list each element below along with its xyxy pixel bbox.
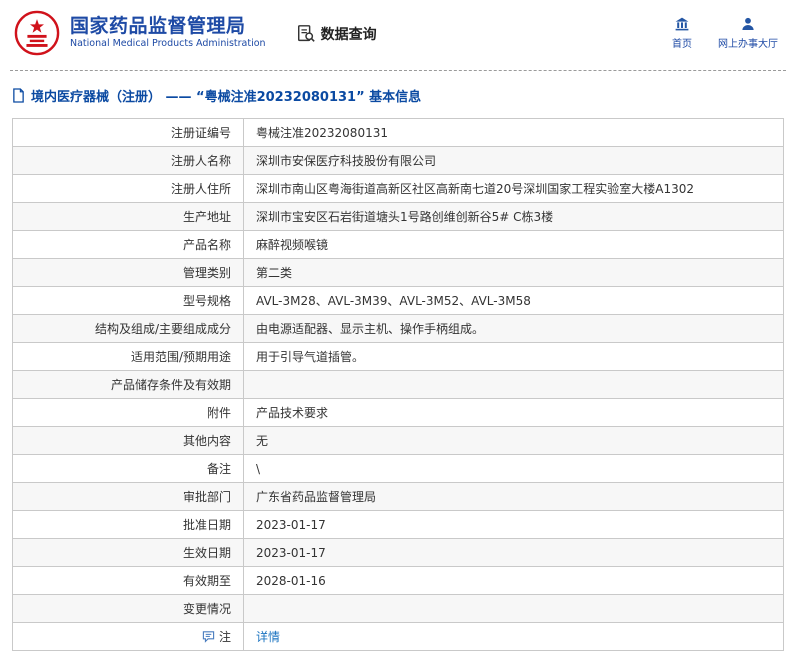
row-value: 麻醉视频喉镜 [243,230,784,259]
row-label-text: 结构及组成/主要组成成分 [94,322,231,336]
row-label-text: 生效日期 [182,546,231,560]
row-label: 注册人名称 [12,146,244,175]
row-label: 型号规格 [12,286,244,315]
row-value: 深圳市宝安区石岩街道塘头1号路创维创新谷5# C栋3楼 [243,202,784,231]
table-row: 管理类别 第二类 [12,258,784,287]
row-value: 第二类 [243,258,784,287]
row-label: 适用范围/预期用途 [12,342,244,371]
row-label: 附件 [12,398,244,427]
row-label: 变更情况 [12,594,244,623]
row-label: 注册人住所 [12,174,244,203]
row-label: 审批部门 [12,482,244,511]
row-label: 产品储存条件及有效期 [12,370,244,399]
table-row: 审批部门 广东省药品监督管理局 [12,482,784,511]
row-value: 2023-01-17 [243,538,784,567]
row-value: 粤械注准20232080131 [243,118,784,147]
row-label-text: 备注 [206,462,231,476]
row-value: 广东省药品监督管理局 [243,482,784,511]
row-value: 深圳市南山区粤海街道高新区社区高新南七道20号深圳国家工程实验室大楼A1302 [243,174,784,203]
site-header: 国家药品监督管理局 National Medical Products Admi… [0,0,796,66]
row-label-text: 注册证编号 [170,126,231,140]
data-query-section: 数据查询 [296,24,377,44]
table-row: 结构及组成/主要组成成分 由电源适配器、显示主机、操作手柄组成。 [12,314,784,343]
row-label: 管理类别 [12,258,244,287]
nav-service-hall[interactable]: 网上办事大厅 [718,16,778,50]
document-icon [12,88,25,103]
table-row: 注册证编号 粤械注准20232080131 [12,118,784,147]
page-title-text: 境内医疗器械（注册） —— “粤械注准20232080131” 基本信息 [31,90,422,105]
row-value: 产品技术要求 [243,398,784,427]
table-row: 生效日期 2023-01-17 [12,538,784,567]
row-label-text: 型号规格 [182,294,231,308]
row-label-text: 产品储存条件及有效期 [110,378,231,392]
row-label-text: 附件 [206,406,231,420]
table-row: 生产地址 深圳市宝安区石岩街道塘头1号路创维创新谷5# C栋3楼 [12,202,784,231]
table-row: 附件 产品技术要求 [12,398,784,427]
row-label-text: 其他内容 [182,434,231,448]
nav-service-hall-label: 网上办事大厅 [718,39,778,50]
row-label: 备注 [12,454,244,483]
row-value: 2023-01-17 [243,510,784,539]
table-row: 变更情况 [12,594,784,623]
home-icon [674,16,690,32]
info-table: 注册证编号 粤械注准20232080131 注册人名称 深圳市安保医疗科技股份有限公司… [12,118,784,651]
row-value: 深圳市安保医疗科技股份有限公司 [243,146,784,175]
row-label: 结构及组成/主要组成成分 [12,314,244,343]
row-label: 注 [12,622,244,651]
row-value: AVL-3M28、AVL-3M39、AVL-3M52、AVL-3M58 [243,286,784,315]
table-row: 产品储存条件及有效期 [12,370,784,399]
agency-title-block: 国家药品监督管理局 National Medical Products Admi… [70,14,266,51]
row-label-text: 变更情况 [182,602,231,616]
detail-link[interactable]: 详情 [256,630,280,644]
note-icon [202,630,215,643]
agency-name: 国家药品监督管理局 [70,14,246,37]
row-label-text: 批准日期 [182,518,231,532]
table-row: 备注 \ [12,454,784,483]
row-value: 用于引导气道插管。 [243,342,784,371]
page-title: 境内医疗器械（注册） —— “粤械注准20232080131” 基本信息 [0,71,796,118]
row-label-text: 注 [218,630,231,644]
table-row: 批准日期 2023-01-17 [12,510,784,539]
nav-home-label: 首页 [672,39,692,50]
user-icon [740,16,756,32]
row-value: 由电源适配器、显示主机、操作手柄组成。 [243,314,784,343]
table-row: 型号规格 AVL-3M28、AVL-3M39、AVL-3M52、AVL-3M58 [12,286,784,315]
row-value: \ [243,454,784,483]
table-row: 注册人住所 深圳市南山区粤海街道高新区社区高新南七道20号深圳国家工程实验室大楼A… [12,174,784,203]
agency-name-en: National Medical Products Administration [70,38,266,50]
row-label: 生效日期 [12,538,244,567]
table-row: 注 详情 [12,622,784,651]
row-value [243,594,784,623]
row-label-text: 注册人住所 [170,182,231,196]
nav-home[interactable]: 首页 [672,16,692,50]
data-query-label: 数据查询 [320,27,377,43]
row-label-text: 管理类别 [182,266,231,280]
data-query-icon [296,24,316,44]
table-row: 注册人名称 深圳市安保医疗科技股份有限公司 [12,146,784,175]
row-label-text: 有效期至 [182,574,231,588]
header-nav: 首页 网上办事大厅 [672,16,782,50]
row-label: 生产地址 [12,202,244,231]
row-label: 产品名称 [12,230,244,259]
row-label-text: 注册人名称 [170,154,231,168]
national-emblem-icon [14,10,60,56]
table-row: 产品名称 麻醉视频喉镜 [12,230,784,259]
table-row: 其他内容无 [12,426,784,455]
row-label-text: 适用范围/预期用途 [130,350,231,364]
row-label-text: 产品名称 [182,238,231,252]
row-label: 批准日期 [12,510,244,539]
row-label-text: 生产地址 [182,210,231,224]
table-row: 适用范围/预期用途 用于引导气道插管。 [12,342,784,371]
row-label-text: 审批部门 [182,490,231,504]
row-value: 无 [243,426,784,455]
row-value [243,370,784,399]
row-label: 注册证编号 [12,118,244,147]
row-label: 其他内容 [12,426,244,455]
row-value: 详情 [243,622,784,651]
